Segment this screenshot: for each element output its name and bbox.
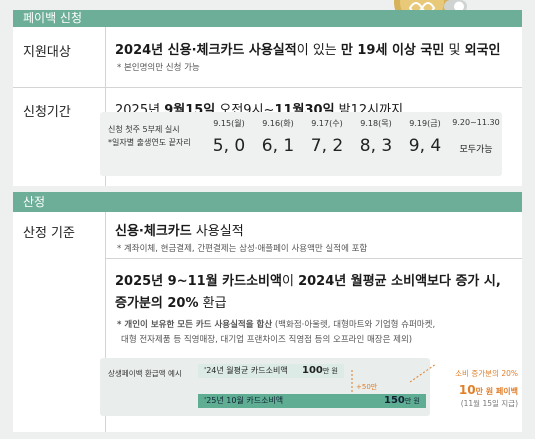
payback-example: 상생페이백 환급액 예시 '24년 월평균 카드소비액 100만 원 '25년 … bbox=[100, 358, 437, 416]
result-date: (11월 15일 지급) bbox=[460, 399, 518, 408]
schedule-date: 9.18(목) bbox=[360, 119, 392, 128]
calc-section-header: 산정 bbox=[13, 192, 522, 212]
schedule-digits: 9, 4 bbox=[408, 136, 442, 156]
apply-section-header: 페이백 신청 bbox=[13, 10, 522, 27]
result-caption: 소비 증가분의 20% bbox=[455, 369, 518, 378]
calc-line1: 신용·체크카드 사용실적 bbox=[115, 224, 244, 239]
schedule-digits: 8, 3 bbox=[359, 136, 393, 156]
target-text: 2024년 신용·체크카드 사용실적이 있는 만 19세 이상 국민 및 외국인 bbox=[115, 43, 501, 58]
calc-label: 산정 기준 bbox=[23, 226, 75, 241]
rotation-subnote: *일자별 출생연도 끝자리 bbox=[108, 138, 191, 147]
payback-result: 소비 증가분의 20% 10만 원 페이백 (11월 15일 지급) bbox=[432, 368, 518, 409]
calc-note3: 대형 전자제품 등 직영매장, 대기업 프랜차이즈 직영점 등의 오프라인 매장… bbox=[121, 335, 413, 345]
schedule-digits: 5, 0 bbox=[212, 136, 246, 156]
inner-divider bbox=[106, 258, 522, 259]
target-row: 지원대상 2024년 신용·체크카드 사용실적이 있는 만 19세 이상 국민 … bbox=[13, 27, 522, 87]
example-label: 상생페이백 환급액 예시 bbox=[108, 369, 182, 378]
calc-line3: 증가분의 20% 환급 bbox=[115, 296, 227, 311]
result-amount: 10만 원 페이백 bbox=[458, 383, 518, 397]
apply-section-title: 페이백 신청 bbox=[23, 11, 83, 25]
schedule-digits: 모두가능 bbox=[459, 145, 493, 155]
schedule-date: 9.16(화) bbox=[262, 119, 294, 128]
calc-note1: * 계좌이체, 현금결제, 간편결제는 삼성·애플페이 사용액만 실적에 포함 bbox=[117, 244, 368, 254]
period-label: 신청기간 bbox=[23, 105, 71, 120]
calc-line2: 2025년 9~11월 카드소비액이 2024년 월평균 소비액보다 증가 시, bbox=[115, 274, 501, 289]
rotation-schedule: 신청 첫주 5부제 실시 *일자별 출생연도 끝자리 9.15(월) 5, 0 … bbox=[100, 112, 502, 176]
schedule-date: 9.17(수) bbox=[311, 119, 343, 128]
schedule-date: 9.15(월) bbox=[213, 119, 245, 128]
bar-2024-average: '24년 월평균 카드소비액 100만 원 bbox=[198, 364, 344, 378]
target-note: * 본인명의만 신청 가능 bbox=[117, 63, 200, 73]
calc-section-title: 산정 bbox=[23, 195, 46, 209]
rotation-note: 신청 첫주 5부제 실시 bbox=[108, 125, 180, 134]
calc-note2: * 개인이 보유한 모든 카드 사용실적을 합산 (백화점·아울렛, 대형마트와… bbox=[117, 320, 436, 330]
schedule-digits: 6, 1 bbox=[261, 136, 295, 156]
target-label: 지원대상 bbox=[23, 45, 71, 60]
schedule-digits: 7, 2 bbox=[310, 136, 344, 156]
increase-arrow-icon bbox=[351, 363, 437, 392]
schedule-date: 9.20~11.30 bbox=[452, 118, 500, 127]
schedule-date: 9.19(금) bbox=[409, 119, 441, 128]
